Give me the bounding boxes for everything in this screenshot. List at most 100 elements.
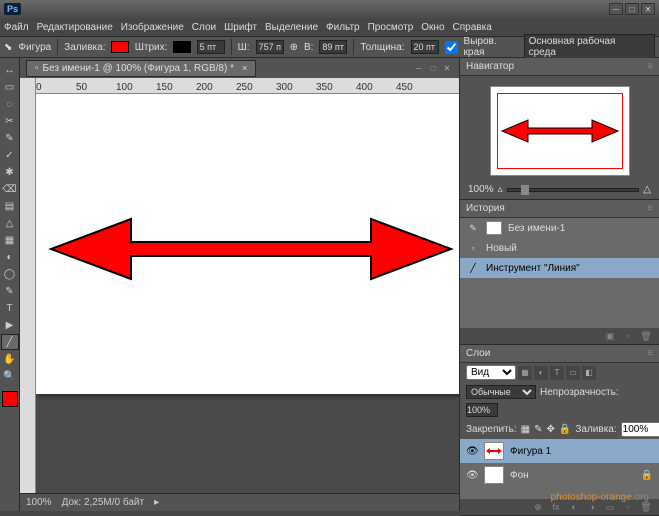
- blur-tool[interactable]: ◐: [1, 249, 19, 265]
- menu-filter[interactable]: Фильтр: [326, 22, 360, 33]
- stroke-swatch[interactable]: [173, 41, 190, 53]
- status-menu-icon[interactable]: ▸: [154, 497, 159, 508]
- lock-all-icon[interactable]: 🔒: [559, 424, 571, 435]
- height-input[interactable]: [319, 40, 347, 54]
- tab-close-icon[interactable]: ×: [242, 63, 247, 73]
- close-button[interactable]: ✕: [641, 3, 655, 15]
- eyedropper-tool[interactable]: ✎: [1, 130, 19, 146]
- menu-view[interactable]: Просмотр: [368, 22, 414, 33]
- visibility-icon[interactable]: 👁: [466, 470, 478, 481]
- filter-shape-icon[interactable]: ▭: [566, 366, 580, 380]
- doc-close-icon[interactable]: ✕: [441, 62, 453, 74]
- layer-row[interactable]: 👁 Фон 🔒: [460, 463, 659, 487]
- lasso-tool[interactable]: ◌: [1, 96, 19, 112]
- history-snapshot[interactable]: ✎ Без имени-1: [460, 218, 659, 238]
- type-tool[interactable]: T: [1, 300, 19, 316]
- dodge-tool[interactable]: ◯: [1, 266, 19, 282]
- tool-icon: ⬊: [4, 42, 12, 53]
- stroke-size-input[interactable]: [197, 40, 225, 54]
- lock-transparency-icon[interactable]: ▦: [521, 424, 530, 435]
- link-wh-icon[interactable]: ⊕: [290, 42, 298, 53]
- stamp-tool[interactable]: ⌫: [1, 181, 19, 197]
- layer-name: Фигура 1: [510, 446, 551, 457]
- trash-icon[interactable]: 🗑: [639, 330, 653, 342]
- toolbox: ↔ ▭ ◌ ✂ ✎ ✓ ✱ ⌫ ▤ △ ▦ ◐ ◯ ✎ T ▶ ╱ ✋ 🔍: [0, 58, 20, 511]
- foreground-color[interactable]: [2, 391, 18, 407]
- filter-pixel-icon[interactable]: ▦: [518, 366, 532, 380]
- crop-tool[interactable]: ✂: [1, 113, 19, 129]
- app-logo: Ps: [4, 3, 21, 15]
- width-input[interactable]: [256, 40, 284, 54]
- canvas[interactable]: [36, 94, 459, 493]
- menu-edit[interactable]: Редактирование: [37, 22, 113, 33]
- doc-restore-icon[interactable]: □: [427, 62, 439, 74]
- navigator-thumbnail[interactable]: [490, 86, 630, 176]
- panel-menu-icon[interactable]: ≡: [647, 348, 653, 359]
- minimize-button[interactable]: ─: [609, 3, 623, 15]
- fill-opacity-input[interactable]: [621, 422, 659, 437]
- history-item[interactable]: ▫ Новый: [460, 238, 659, 258]
- zoom-out-icon[interactable]: ▵: [498, 184, 503, 195]
- pen-tool[interactable]: ✎: [1, 283, 19, 299]
- lock-icon: 🔒: [641, 470, 653, 481]
- menu-window[interactable]: Окно: [421, 22, 444, 33]
- heal-tool[interactable]: ✓: [1, 147, 19, 163]
- document-tabs: ▫ Без имени-1 @ 100% (Фигура 1, RGB/8) *…: [20, 58, 459, 78]
- layer-thumbnail: [484, 442, 504, 460]
- new-snapshot-icon[interactable]: ▫: [621, 330, 635, 342]
- navigator-panel: Навигатор≡ 100% ▵ △: [460, 58, 659, 200]
- doc-minimize-icon[interactable]: ─: [413, 62, 425, 74]
- camera-icon[interactable]: ▣: [603, 330, 617, 342]
- opacity-input[interactable]: [466, 403, 498, 417]
- panels-column: Навигатор≡ 100% ▵ △ История≡ ✎ Без: [459, 58, 659, 511]
- titlebar: Ps ─ □ ✕: [0, 0, 659, 18]
- window-controls: ─ □ ✕: [609, 3, 655, 15]
- file-icon: ▫: [35, 63, 39, 74]
- move-tool[interactable]: ↔: [1, 62, 19, 78]
- layer-filter-select[interactable]: Вид: [466, 365, 516, 380]
- arrow-shape[interactable]: [46, 214, 456, 284]
- lock-pixels-icon[interactable]: ✎: [534, 424, 542, 435]
- panel-menu-icon[interactable]: ≡: [647, 203, 653, 214]
- filter-smart-icon[interactable]: ◧: [582, 366, 596, 380]
- maximize-button[interactable]: □: [625, 3, 639, 15]
- zoom-level[interactable]: 100%: [26, 497, 52, 508]
- document-tab[interactable]: ▫ Без имени-1 @ 100% (Фигура 1, RGB/8) *…: [26, 60, 256, 77]
- brush-tool[interactable]: ✱: [1, 164, 19, 180]
- panel-menu-icon[interactable]: ≡: [647, 61, 653, 72]
- line-tool[interactable]: ╱: [1, 334, 19, 350]
- layer-row[interactable]: 👁 Фигура 1: [460, 439, 659, 463]
- path-select-tool[interactable]: ▶: [1, 317, 19, 333]
- navigator-zoom-value: 100%: [468, 184, 494, 195]
- horizontal-ruler: 050100150200250300350400450: [36, 78, 459, 94]
- zoom-slider[interactable]: [507, 188, 640, 192]
- workspace-switcher[interactable]: Основная рабочая среда: [524, 34, 655, 60]
- filter-type-icon[interactable]: T: [550, 366, 564, 380]
- history-item[interactable]: ╱ Инструмент "Линия": [460, 258, 659, 278]
- link-layers-icon[interactable]: ⊕: [531, 501, 545, 513]
- shape-mode-label[interactable]: Фигура: [18, 42, 51, 53]
- menu-type[interactable]: Шрифт: [224, 22, 257, 33]
- menu-image[interactable]: Изображение: [121, 22, 184, 33]
- history-brush-tool[interactable]: ▤: [1, 198, 19, 214]
- width-label: Ш:: [238, 42, 250, 53]
- filter-adjust-icon[interactable]: ◐: [534, 366, 548, 380]
- menu-select[interactable]: Выделение: [265, 22, 318, 33]
- eraser-tool[interactable]: △: [1, 215, 19, 231]
- menu-layer[interactable]: Слои: [192, 22, 216, 33]
- lock-position-icon[interactable]: ✥: [547, 424, 555, 435]
- blend-mode-select[interactable]: Обычные: [466, 385, 536, 399]
- marquee-tool[interactable]: ▭: [1, 79, 19, 95]
- align-edges-checkbox[interactable]: [445, 41, 458, 54]
- gradient-tool[interactable]: ▦: [1, 232, 19, 248]
- visibility-icon[interactable]: 👁: [466, 446, 478, 457]
- fill-opacity-label: Заливка:: [575, 424, 616, 435]
- height-label: В:: [304, 42, 313, 53]
- menu-help[interactable]: Справка: [453, 22, 492, 33]
- hand-tool[interactable]: ✋: [1, 351, 19, 367]
- zoom-in-icon[interactable]: △: [643, 184, 651, 195]
- weight-input[interactable]: [411, 40, 439, 54]
- fill-swatch[interactable]: [111, 41, 128, 53]
- zoom-tool[interactable]: 🔍: [1, 368, 19, 384]
- menu-file[interactable]: Файл: [4, 22, 29, 33]
